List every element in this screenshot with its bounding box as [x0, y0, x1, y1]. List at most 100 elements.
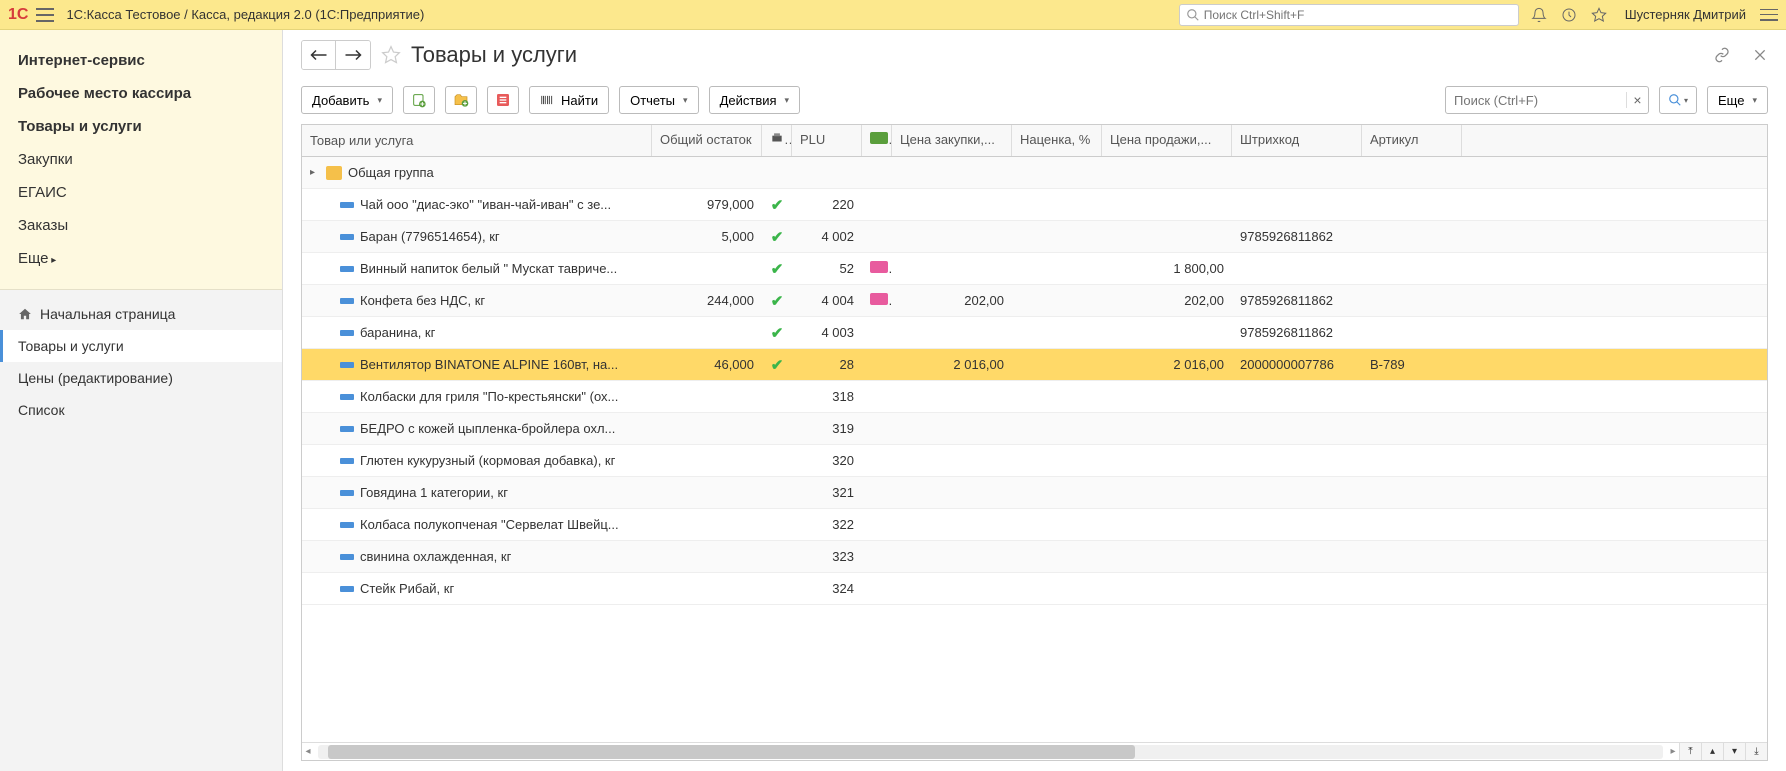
goto-bottom-button[interactable]: ⤓ [1745, 743, 1767, 761]
sidebar-tab-label: Цены (редактирование) [18, 370, 173, 386]
cell-name: Глютен кукурузный (кормовая добавка), кг [360, 453, 615, 468]
sidebar-tab-0[interactable]: Начальная страница [0, 298, 282, 330]
cell-plu: 28 [792, 357, 862, 372]
hamburger-icon[interactable] [36, 8, 54, 22]
barcode-icon [540, 93, 554, 107]
col-name[interactable]: Товар или услуга [302, 125, 652, 156]
link-icon[interactable] [1714, 47, 1730, 63]
cell-plu: 324 [792, 581, 862, 596]
global-search-input[interactable] [1204, 8, 1512, 22]
sidebar-nav-item-2[interactable]: Товары и услуги [0, 110, 282, 143]
add-button[interactable]: Добавить [301, 86, 393, 114]
more-button[interactable]: Еще [1707, 86, 1768, 114]
main-area: Товары и услуги Добавить Найти Отчеты Де… [283, 30, 1786, 771]
sidebar-tab-3[interactable]: Список [0, 394, 282, 426]
table-row[interactable]: Стейк Рибай, кг 324 [302, 573, 1767, 605]
find-button[interactable]: Найти [529, 86, 609, 114]
item-icon [340, 522, 354, 528]
settings-menu-icon[interactable] [1760, 9, 1778, 21]
list-button[interactable] [487, 86, 519, 114]
item-icon [340, 266, 354, 272]
list-red-icon [495, 92, 511, 108]
col-sell[interactable]: Цена продажи,... [1102, 125, 1232, 156]
table-footer-scroll: ◂ ▸ ⤒ ▴ ▾ ⤓ [302, 742, 1767, 760]
cell-plu: 4 003 [792, 325, 862, 340]
table-header: Товар или услуга Общий остаток PLU Цена … [302, 125, 1767, 157]
cell-check: ✔ [762, 292, 792, 310]
nav-forward-button[interactable] [336, 41, 370, 69]
table-row[interactable]: Колбаски для гриля "По-крестьянски" (ох.… [302, 381, 1767, 413]
table-row[interactable]: баранина, кг✔4 0039785926811862 [302, 317, 1767, 349]
col-print-icon[interactable] [762, 125, 792, 156]
cell-buy: 2 016,00 [892, 357, 1012, 372]
cell-stock: 46,000 [652, 357, 762, 372]
goto-top-button[interactable]: ⤒ [1679, 743, 1701, 761]
table-row[interactable]: Колбаса полукопченая "Сервелат Швейц...3… [302, 509, 1767, 541]
table-row[interactable]: свинина охлажденная, кг323 [302, 541, 1767, 573]
table-row[interactable]: Глютен кукурузный (кормовая добавка), кг… [302, 445, 1767, 477]
table-row[interactable]: Говядина 1 категории, кг321 [302, 477, 1767, 509]
close-icon[interactable] [1752, 47, 1768, 63]
col-stock[interactable]: Общий остаток [652, 125, 762, 156]
h-scrollbar[interactable] [318, 745, 1663, 759]
money-icon [870, 293, 888, 305]
copy-item-button[interactable] [403, 86, 435, 114]
cell-name: Баран (7796514654), кг [360, 229, 500, 244]
scroll-left-icon[interactable]: ◂ [302, 746, 314, 757]
item-icon [340, 362, 354, 368]
sidebar-nav-item-1[interactable]: Рабочее место кассира [0, 77, 282, 110]
history-icon[interactable] [1561, 7, 1577, 23]
cell-check: ✔ [762, 324, 792, 342]
col-article[interactable]: Артикул [1362, 125, 1462, 156]
cell-stock: 979,000 [652, 197, 762, 212]
table-row[interactable]: Вентилятор BINATONE ALPINE 160вт, на...4… [302, 349, 1767, 381]
bell-icon[interactable] [1531, 7, 1547, 23]
arrow-left-icon [310, 49, 328, 61]
cell-plu: 318 [792, 389, 862, 404]
check-icon: ✔ [771, 229, 784, 246]
clear-search-button[interactable]: × [1626, 92, 1648, 108]
go-down-button[interactable]: ▾ [1723, 743, 1745, 761]
global-search[interactable] [1179, 4, 1519, 26]
star-icon[interactable] [1591, 7, 1607, 23]
user-name[interactable]: Шустерняк Дмитрий [1625, 7, 1746, 22]
expand-icon[interactable]: ▸ [310, 167, 320, 178]
col-barcode[interactable]: Штрихкод [1232, 125, 1362, 156]
favorite-star-icon[interactable] [381, 45, 401, 65]
col-plu[interactable]: PLU [792, 125, 862, 156]
cell-name: Стейк Рибай, кг [360, 581, 454, 596]
sidebar-nav-item-0[interactable]: Интернет-сервис [0, 44, 282, 77]
nav-back-button[interactable] [302, 41, 336, 69]
go-up-button[interactable]: ▴ [1701, 743, 1723, 761]
cell-check: ✔ [762, 228, 792, 246]
scroll-right-icon[interactable]: ▸ [1667, 746, 1679, 757]
group-label: Общая группа [348, 165, 434, 180]
table-row[interactable]: Чай ооо "диас-эко" "иван-чай-иван" с зе.… [302, 189, 1767, 221]
sidebar-nav-item-3[interactable]: Закупки [0, 143, 282, 176]
folder-icon [326, 166, 342, 180]
table-row[interactable]: Винный напиток белый " Мускат тавриче...… [302, 253, 1767, 285]
reports-button[interactable]: Отчеты [619, 86, 698, 114]
table-row[interactable]: БЕДРО с кожей цыпленка-бройлера охл...31… [302, 413, 1767, 445]
col-buy[interactable]: Цена закупки,... [892, 125, 1012, 156]
add-folder-button[interactable] [445, 86, 477, 114]
cell-barcode: 2000000007786 [1232, 357, 1362, 372]
table-row[interactable]: Конфета без НДС, кг244,000✔4 004202,0020… [302, 285, 1767, 317]
table-group-row[interactable]: ▸ Общая группа [302, 157, 1767, 189]
search-go-button[interactable] [1659, 86, 1697, 114]
logo-1c: 1C [8, 6, 28, 24]
col-money-icon[interactable] [862, 125, 892, 156]
sidebar-nav-item-4[interactable]: ЕГАИС [0, 176, 282, 209]
item-icon [340, 330, 354, 336]
sidebar-nav-item-6[interactable]: Еще [0, 242, 282, 275]
col-markup[interactable]: Наценка, % [1012, 125, 1102, 156]
item-icon [340, 490, 354, 496]
cell-name: Конфета без НДС, кг [360, 293, 485, 308]
table-search-input[interactable] [1446, 93, 1626, 108]
sidebar-nav-item-5[interactable]: Заказы [0, 209, 282, 242]
cell-plu: 220 [792, 197, 862, 212]
sidebar-tab-2[interactable]: Цены (редактирование) [0, 362, 282, 394]
sidebar-tab-1[interactable]: Товары и услуги [0, 330, 282, 362]
table-row[interactable]: Баран (7796514654), кг5,000✔4 0029785926… [302, 221, 1767, 253]
actions-button[interactable]: Действия [709, 86, 801, 114]
